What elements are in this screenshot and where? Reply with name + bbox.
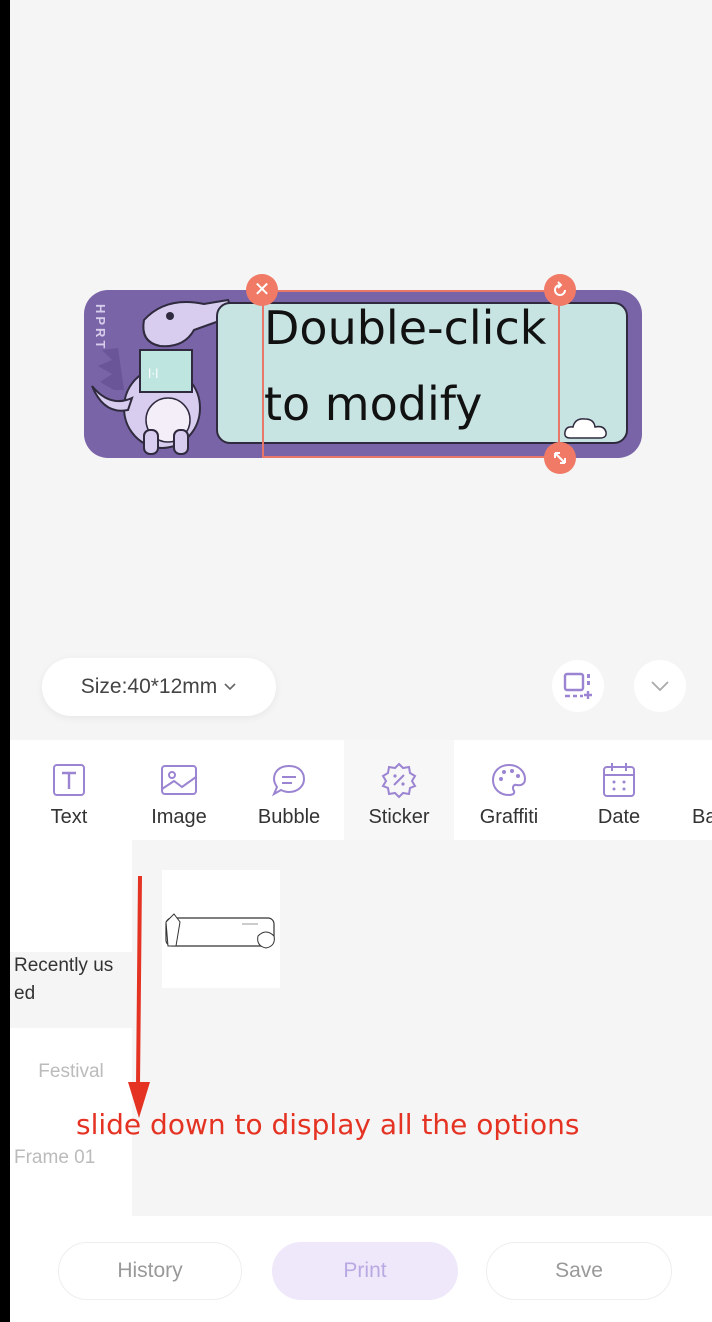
size-label: Size:40*12mm bbox=[80, 675, 218, 698]
text-icon bbox=[53, 764, 85, 796]
rotate-icon bbox=[554, 281, 566, 296]
bottom-action-bar: History Print Save bbox=[10, 1216, 712, 1322]
tool-strip: Text Image Bubble Sticker Graffiti Date … bbox=[10, 740, 712, 840]
bubble-icon bbox=[271, 764, 306, 797]
left-edge-bar bbox=[0, 0, 10, 1322]
sticker-icon bbox=[381, 762, 417, 799]
size-selector[interactable]: Size:40*12mm bbox=[42, 658, 276, 716]
layout-icon bbox=[563, 672, 592, 699]
chevron-down-icon bbox=[224, 683, 236, 691]
tool-bubble[interactable]: Bubble bbox=[234, 740, 344, 840]
frame-sticker-thumbnail bbox=[165, 913, 275, 949]
category-frame-01[interactable]: Frame 01 bbox=[10, 1144, 136, 1172]
layout-button[interactable] bbox=[552, 660, 604, 712]
delete-element-button[interactable]: ✕ bbox=[246, 274, 278, 306]
tool-sticker[interactable]: Sticker bbox=[344, 740, 454, 840]
tool-graffiti[interactable]: Graffiti bbox=[454, 740, 564, 840]
category-list: Recently us ed Festival Frame 01 bbox=[10, 840, 136, 1216]
collapse-button[interactable] bbox=[634, 660, 686, 712]
history-button[interactable]: History bbox=[58, 1242, 242, 1300]
annotation-text: slide down to display all the options bbox=[76, 1108, 580, 1141]
close-icon: ✕ bbox=[253, 279, 271, 301]
palette-icon bbox=[491, 763, 527, 797]
resize-icon bbox=[554, 452, 566, 464]
resize-element-button[interactable] bbox=[544, 442, 576, 474]
print-button[interactable]: Print bbox=[272, 1242, 458, 1300]
selection-box[interactable] bbox=[262, 290, 560, 458]
sticker-item[interactable] bbox=[162, 870, 280, 988]
tool-date[interactable]: Date bbox=[564, 740, 674, 840]
sticker-panel: Recently us ed Festival Frame 01 bbox=[10, 840, 712, 1216]
save-button[interactable]: Save bbox=[486, 1242, 672, 1300]
category-recently-used[interactable]: Recently us ed bbox=[10, 952, 136, 1028]
calendar-icon bbox=[603, 763, 635, 797]
tool-label: Date bbox=[597, 806, 641, 828]
chevron-down-icon bbox=[651, 681, 669, 692]
tool-label: Text bbox=[50, 806, 88, 828]
tool-label: Image bbox=[151, 806, 207, 828]
tool-partial[interactable]: Ba bbox=[674, 740, 712, 840]
rotate-element-button[interactable] bbox=[544, 274, 576, 306]
brand-text: HPRT bbox=[93, 304, 108, 352]
image-icon bbox=[161, 765, 197, 795]
cloud-icon bbox=[564, 418, 607, 439]
tool-label: Sticker bbox=[368, 806, 430, 828]
tool-label: Graffiti bbox=[479, 806, 539, 828]
annotation-arrow bbox=[128, 876, 150, 1118]
category-festival[interactable]: Festival bbox=[10, 1058, 132, 1086]
tool-label: Bubble bbox=[257, 806, 321, 828]
tool-image[interactable]: Image bbox=[124, 740, 234, 840]
tool-text[interactable]: Text bbox=[14, 740, 124, 840]
tool-label: Ba bbox=[692, 806, 712, 828]
svg-text:l·l: l·l bbox=[148, 367, 158, 381]
